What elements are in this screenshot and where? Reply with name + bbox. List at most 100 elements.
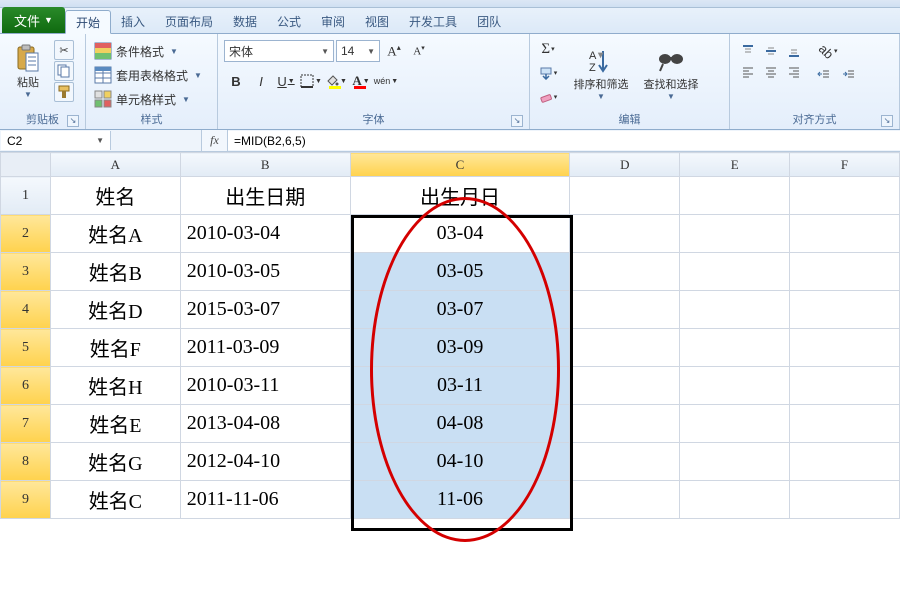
cell-B5[interactable]: 2011-03-09 bbox=[180, 329, 350, 367]
row-header-5[interactable]: 5 bbox=[1, 329, 51, 367]
cell-D8[interactable] bbox=[570, 443, 680, 481]
tab-data[interactable]: 数据 bbox=[223, 9, 267, 33]
cell-C2[interactable]: 03-04 bbox=[350, 215, 570, 253]
cell-F3[interactable] bbox=[790, 253, 900, 291]
col-header-E[interactable]: E bbox=[680, 153, 790, 177]
cell-F9[interactable] bbox=[790, 481, 900, 519]
cell-E8[interactable] bbox=[680, 443, 790, 481]
copy-button[interactable] bbox=[54, 61, 74, 81]
cell-B6[interactable]: 2010-03-11 bbox=[180, 367, 350, 405]
tab-layout[interactable]: 页面布局 bbox=[155, 9, 223, 33]
fill-button[interactable]: ▾ bbox=[536, 62, 560, 84]
cell-D9[interactable] bbox=[570, 481, 680, 519]
select-all-corner[interactable] bbox=[1, 153, 51, 177]
row-header-2[interactable]: 2 bbox=[1, 215, 51, 253]
format-painter-button[interactable] bbox=[54, 82, 74, 102]
cell-E3[interactable] bbox=[680, 253, 790, 291]
shrink-font-button[interactable]: A▾ bbox=[407, 40, 431, 62]
conditional-format-button[interactable]: 条件格式 ▼ bbox=[92, 40, 180, 62]
cell-C9[interactable]: 11-06 bbox=[350, 481, 570, 519]
cell-A5[interactable]: 姓名F bbox=[50, 329, 180, 367]
phonetic-button[interactable]: wén ▼ bbox=[374, 70, 398, 92]
find-select-button[interactable]: 查找和选择 ▼ bbox=[638, 38, 704, 108]
cell-F7[interactable] bbox=[790, 405, 900, 443]
decrease-indent-button[interactable] bbox=[812, 64, 836, 86]
cell-B9[interactable]: 2011-11-06 bbox=[180, 481, 350, 519]
cell-A8[interactable]: 姓名G bbox=[50, 443, 180, 481]
sort-filter-button[interactable]: AZ 排序和筛选 ▼ bbox=[568, 38, 634, 108]
col-header-B[interactable]: B bbox=[180, 153, 350, 177]
cell-styles-button[interactable]: 单元格样式 ▼ bbox=[92, 88, 192, 110]
cell-C4[interactable]: 03-07 bbox=[350, 291, 570, 329]
cell-E4[interactable] bbox=[680, 291, 790, 329]
orientation-button[interactable]: ab▾ bbox=[812, 40, 844, 62]
font-name-select[interactable]: 宋体 ▼ bbox=[224, 40, 334, 62]
cell-F1[interactable] bbox=[790, 177, 900, 215]
cell-F8[interactable] bbox=[790, 443, 900, 481]
name-box[interactable]: C2 ▼ bbox=[1, 131, 111, 150]
row-header-1[interactable]: 1 bbox=[1, 177, 51, 215]
cell-A1[interactable]: 姓名 bbox=[50, 177, 180, 215]
cut-button[interactable]: ✂ bbox=[54, 40, 74, 60]
cell-B3[interactable]: 2010-03-05 bbox=[180, 253, 350, 291]
clear-button[interactable]: ▾ bbox=[536, 86, 560, 108]
cell-E2[interactable] bbox=[680, 215, 790, 253]
row-header-9[interactable]: 9 bbox=[1, 481, 51, 519]
cell-C1[interactable]: 出生月日 bbox=[350, 177, 570, 215]
row-header-3[interactable]: 3 bbox=[1, 253, 51, 291]
cell-B4[interactable]: 2015-03-07 bbox=[180, 291, 350, 329]
font-size-select[interactable]: 14 ▼ bbox=[336, 40, 380, 62]
tab-home[interactable]: 开始 bbox=[65, 10, 111, 34]
cell-D6[interactable] bbox=[570, 367, 680, 405]
italic-button[interactable]: I bbox=[249, 70, 273, 92]
cell-B2[interactable]: 2010-03-04 bbox=[180, 215, 350, 253]
cell-F5[interactable] bbox=[790, 329, 900, 367]
col-header-F[interactable]: F bbox=[790, 153, 900, 177]
chevron-down-icon[interactable]: ▼ bbox=[96, 136, 104, 145]
cell-D4[interactable] bbox=[570, 291, 680, 329]
cell-F2[interactable] bbox=[790, 215, 900, 253]
cell-A6[interactable]: 姓名H bbox=[50, 367, 180, 405]
cell-B8[interactable]: 2012-04-10 bbox=[180, 443, 350, 481]
cell-C3[interactable]: 03-05 bbox=[350, 253, 570, 291]
row-header-8[interactable]: 8 bbox=[1, 443, 51, 481]
cell-A4[interactable]: 姓名D bbox=[50, 291, 180, 329]
cell-E7[interactable] bbox=[680, 405, 790, 443]
col-header-C[interactable]: C bbox=[350, 153, 570, 177]
cell-B7[interactable]: 2013-04-08 bbox=[180, 405, 350, 443]
cell-C5[interactable]: 03-09 bbox=[350, 329, 570, 367]
cell-B1[interactable]: 出生日期 bbox=[180, 177, 350, 215]
cell-C6[interactable]: 03-11 bbox=[350, 367, 570, 405]
col-header-D[interactable]: D bbox=[570, 153, 680, 177]
cell-C7[interactable]: 04-08 bbox=[350, 405, 570, 443]
row-header-6[interactable]: 6 bbox=[1, 367, 51, 405]
col-header-A[interactable]: A bbox=[50, 153, 180, 177]
tab-developer[interactable]: 开发工具 bbox=[399, 9, 467, 33]
autosum-button[interactable]: Σ▾ bbox=[536, 38, 560, 60]
cell-A2[interactable]: 姓名A bbox=[50, 215, 180, 253]
border-button[interactable]: ▼ bbox=[299, 70, 323, 92]
dialog-launcher-icon[interactable]: ↘ bbox=[511, 115, 523, 127]
tab-view[interactable]: 视图 bbox=[355, 9, 399, 33]
cell-F6[interactable] bbox=[790, 367, 900, 405]
row-header-7[interactable]: 7 bbox=[1, 405, 51, 443]
cell-E1[interactable] bbox=[680, 177, 790, 215]
cell-D1[interactable] bbox=[570, 177, 680, 215]
cell-D2[interactable] bbox=[570, 215, 680, 253]
cell-E6[interactable] bbox=[680, 367, 790, 405]
paste-button[interactable]: 粘贴 ▼ bbox=[6, 36, 50, 106]
tab-review[interactable]: 审阅 bbox=[311, 9, 355, 33]
formula-input[interactable]: =MID(B2,6,5) bbox=[228, 131, 900, 150]
align-bottom-button[interactable] bbox=[782, 40, 806, 62]
row-header-4[interactable]: 4 bbox=[1, 291, 51, 329]
cell-D7[interactable] bbox=[570, 405, 680, 443]
cell-C8[interactable]: 04-10 bbox=[350, 443, 570, 481]
cell-E5[interactable] bbox=[680, 329, 790, 367]
tab-file[interactable]: 文件 ▼ bbox=[2, 7, 65, 33]
cell-A7[interactable]: 姓名E bbox=[50, 405, 180, 443]
cell-D3[interactable] bbox=[570, 253, 680, 291]
align-middle-button[interactable] bbox=[759, 40, 783, 62]
underline-button[interactable]: U▼ bbox=[274, 70, 298, 92]
fx-icon[interactable]: fx bbox=[202, 130, 228, 151]
font-color-button[interactable]: A ▼ bbox=[349, 70, 373, 92]
